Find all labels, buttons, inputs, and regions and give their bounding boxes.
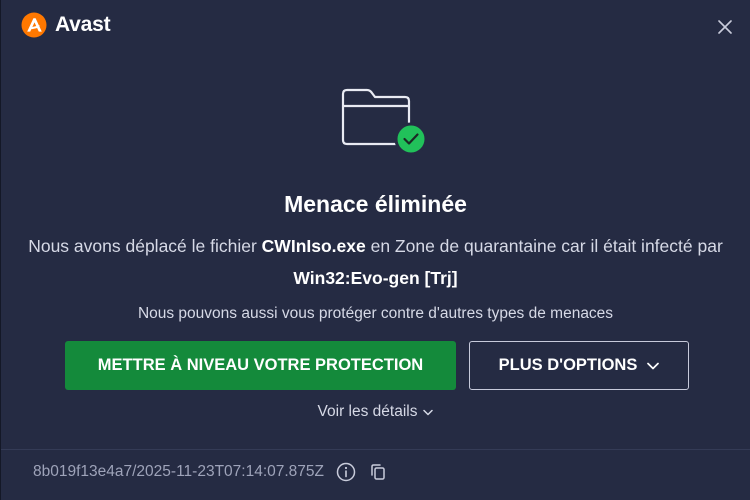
- copy-button[interactable]: [368, 462, 388, 482]
- brand: Avast: [21, 12, 111, 38]
- message-text-1: Nous avons déplacé le fichier: [28, 236, 262, 256]
- avast-threat-dialog: Avast Menace éliminée Nous avons déplacé…: [0, 0, 750, 500]
- upgrade-protection-label: METTRE À NIVEAU VOTRE PROTECTION: [97, 356, 424, 374]
- chevron-down-icon: [423, 409, 434, 415]
- file-name: CWInIso.exe: [261, 236, 366, 256]
- view-details-label: Voir les détails: [317, 403, 418, 420]
- more-options-button[interactable]: PLUS D'OPTIONS: [469, 341, 689, 390]
- avast-logo-icon: [21, 12, 47, 38]
- close-icon: [718, 20, 732, 34]
- footer: 8b019f13e4a7/2025-11-23T07:14:07.875Z: [33, 462, 388, 482]
- upgrade-protection-button[interactable]: METTRE À NIVEAU VOTRE PROTECTION: [65, 341, 456, 390]
- upsell-subtext: Nous pouvons aussi vous protéger contre …: [137, 305, 614, 322]
- more-options-label: PLUS D'OPTIONS: [498, 356, 638, 374]
- event-id-text: 8b019f13e4a7/2025-11-23T07:14:07.875Z: [33, 463, 325, 480]
- threat-name: Win32:Evo-gen [Trj]: [293, 268, 458, 288]
- page-title: Menace éliminée: [284, 191, 467, 217]
- footer-divider: [1, 449, 750, 450]
- view-details-link[interactable]: Voir les détails: [1, 403, 750, 421]
- info-button[interactable]: [336, 462, 356, 482]
- message-text-2: en Zone de quarantaine car il était infe…: [365, 236, 723, 256]
- brand-name: Avast: [55, 13, 111, 36]
- copy-icon: [371, 464, 385, 480]
- threat-message: Nous avons déplacé le fichier CWInIso.ex…: [21, 230, 730, 294]
- chevron-down-icon: [647, 362, 660, 369]
- close-button[interactable]: [714, 16, 736, 38]
- folder-with-checkmark-icon: [341, 88, 428, 156]
- info-icon: [336, 462, 356, 482]
